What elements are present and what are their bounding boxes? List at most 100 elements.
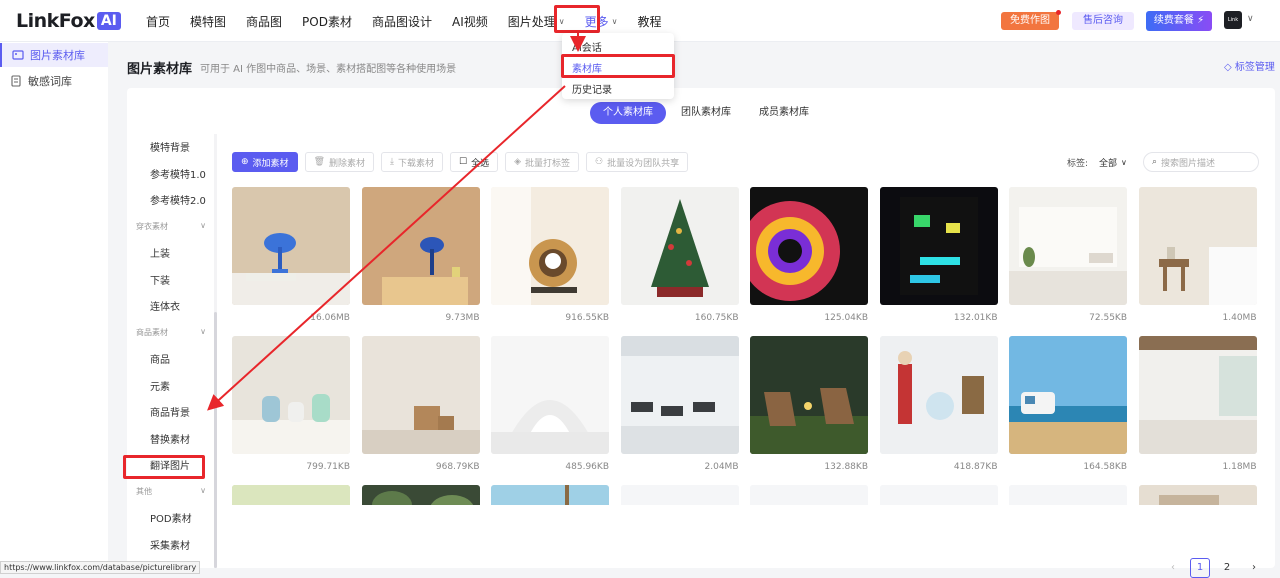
image-tile[interactable]: 16.06MB <box>232 187 350 323</box>
image-thumbnail[interactable] <box>620 485 739 505</box>
delete-material-button[interactable]: 🗑 删除素材 <box>304 152 375 172</box>
tab-team[interactable]: 团队素材库 <box>668 102 744 124</box>
image-tile[interactable]: 160.75KB <box>620 187 739 323</box>
menu-item-history[interactable]: 历史记录 <box>572 81 612 96</box>
image-tile[interactable] <box>750 485 868 505</box>
image-tile[interactable]: 1.18MB <box>1138 336 1257 472</box>
image-thumbnail[interactable] <box>750 485 868 505</box>
nav-home[interactable]: 首页 <box>146 13 170 30</box>
image-tile[interactable]: 799.71KB <box>232 336 350 472</box>
image-thumbnail[interactable] <box>361 187 480 305</box>
image-tile[interactable]: 968.79KB <box>361 336 480 472</box>
sidebar-item-sensitive-words[interactable]: 敏感词库 <box>0 69 108 93</box>
image-thumbnail[interactable] <box>361 485 480 505</box>
next-page-button[interactable]: › <box>1244 558 1264 578</box>
image-thumbnail[interactable] <box>232 336 350 454</box>
prev-page-button[interactable]: ‹ <box>1163 558 1183 578</box>
image-thumbnail[interactable] <box>879 485 998 505</box>
image-thumbnail[interactable] <box>491 336 609 454</box>
renew-plan-button[interactable]: 续费套餐 ⚡ <box>1146 11 1212 31</box>
scrollbar-thumb[interactable] <box>214 312 217 568</box>
image-tile[interactable] <box>620 485 739 505</box>
file-size: 164.58KB <box>1083 462 1127 472</box>
category-item[interactable]: 采集素材 <box>150 537 190 552</box>
image-tile[interactable] <box>361 485 480 505</box>
image-thumbnail[interactable] <box>1138 485 1257 505</box>
nav-model-image[interactable]: 模特图 <box>190 13 226 30</box>
menu-item-ai-chat[interactable]: AI会话 <box>572 39 602 54</box>
avatar[interactable]: Link Fox <box>1224 11 1242 41</box>
category-item[interactable]: 上装 <box>150 245 170 260</box>
category-item[interactable]: 商品背景 <box>150 404 190 419</box>
image-thumbnail[interactable] <box>232 187 350 305</box>
image-tile[interactable]: 1.40MB <box>1138 187 1257 323</box>
category-group[interactable]: 商品素材 ∨ <box>136 327 206 338</box>
image-tile[interactable]: 132.01KB <box>879 187 998 323</box>
image-thumbnail[interactable] <box>620 187 739 305</box>
search-input[interactable]: ⌕ 搜索图片描述 <box>1143 152 1259 172</box>
sidebar-item-picture-library[interactable]: 图片素材库 <box>0 43 108 67</box>
library-card: 个人素材库 团队素材库 成员素材库 模特背景参考模特1.0 参考模特2.0 穿衣素材… <box>123 88 1275 578</box>
download-material-button[interactable]: ⤓ 下载素材 <box>381 152 444 172</box>
select-all-button[interactable]: ☐ 全选 <box>450 152 499 172</box>
nav-product-design[interactable]: 商品图设计 <box>372 13 432 30</box>
image-thumbnail[interactable] <box>361 336 480 454</box>
category-item[interactable]: 参考模特2.0 <box>150 192 206 207</box>
image-tile[interactable]: 132.88KB <box>750 336 868 472</box>
image-thumbnail[interactable] <box>232 485 350 505</box>
tab-personal[interactable]: 个人素材库 <box>590 102 666 124</box>
nav-ai-video[interactable]: AI视频 <box>452 13 488 30</box>
image-tile[interactable]: 485.96KB <box>491 336 609 472</box>
tab-members[interactable]: 成员素材库 <box>746 102 822 124</box>
tag-filter-select[interactable]: 全部 ∨ <box>1093 152 1135 172</box>
tag-management-link[interactable]: ◇ 标签管理 <box>1224 58 1275 73</box>
category-item[interactable]: 元素 <box>150 378 170 393</box>
category-group[interactable]: 穿衣素材 ∨ <box>136 221 206 232</box>
image-thumbnail[interactable] <box>1009 187 1127 305</box>
image-thumbnail[interactable] <box>491 485 609 505</box>
category-item[interactable]: 模特背景 <box>150 139 190 154</box>
image-thumbnail[interactable] <box>1009 485 1127 505</box>
image-thumbnail[interactable] <box>879 187 998 305</box>
page-2-button[interactable]: 2 <box>1217 558 1237 578</box>
image-tile[interactable]: 2.04MB <box>620 336 739 472</box>
category-item[interactable]: 商品 <box>150 351 170 366</box>
free-draw-button[interactable]: 免费作图 <box>1001 12 1059 30</box>
nav-product-image[interactable]: 商品图 <box>246 13 282 30</box>
support-button[interactable]: 售后咨询 <box>1072 12 1134 30</box>
nav-pod[interactable]: POD素材 <box>302 13 352 30</box>
chevron-down-icon[interactable]: ∨ <box>1247 14 1254 24</box>
image-tile[interactable]: 916.55KB <box>491 187 609 323</box>
image-tile[interactable] <box>1009 485 1127 505</box>
image-thumbnail[interactable] <box>1138 187 1257 305</box>
logo[interactable]: LinkFox AI <box>16 9 121 33</box>
image-thumbnail[interactable] <box>1138 336 1257 454</box>
plus-circle-icon: ⊕ <box>241 157 249 167</box>
image-tile[interactable]: 125.04KB <box>750 187 868 323</box>
nav-tutorial[interactable]: 教程 <box>638 13 662 30</box>
image-thumbnail[interactable] <box>879 336 998 454</box>
image-tile[interactable] <box>1138 485 1257 505</box>
page-1-button[interactable]: 1 <box>1190 558 1210 578</box>
image-tile[interactable] <box>491 485 609 505</box>
image-thumbnail[interactable] <box>620 336 739 454</box>
category-item[interactable]: 替换素材 <box>150 431 190 446</box>
add-material-button[interactable]: ⊕ 添加素材 <box>232 152 298 172</box>
image-tile[interactable]: 418.87KB <box>879 336 998 472</box>
image-tile[interactable]: 9.73MB <box>361 187 480 323</box>
category-item[interactable]: 下装 <box>150 272 170 287</box>
image-thumbnail[interactable] <box>750 336 868 454</box>
batch-tag-button[interactable]: ◈ 批量打标签 <box>505 152 580 172</box>
image-thumbnail[interactable] <box>1009 336 1127 454</box>
image-tile[interactable] <box>232 485 350 505</box>
category-item[interactable]: 参考模特1.0 <box>150 166 206 181</box>
category-group[interactable]: 其他 ∨ <box>136 486 206 497</box>
image-tile[interactable]: 72.55KB <box>1009 187 1127 323</box>
image-thumbnail[interactable] <box>750 187 868 305</box>
category-item[interactable]: POD素材 <box>150 510 192 525</box>
category-item[interactable]: 连体衣 <box>150 298 180 313</box>
image-tile[interactable] <box>879 485 998 505</box>
image-tile[interactable]: 164.58KB <box>1009 336 1127 472</box>
batch-share-button[interactable]: ⚇ 批量设为团队共享 <box>586 152 689 172</box>
image-thumbnail[interactable] <box>491 187 609 305</box>
